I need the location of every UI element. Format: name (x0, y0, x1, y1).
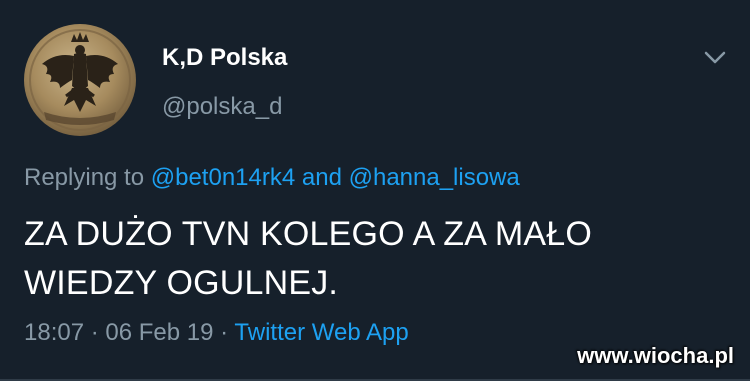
tweet-text-line-1: ZA DUŻO TVN KOLEGO A ZA MAŁO (24, 215, 593, 253)
mention-conjunction: and (301, 164, 342, 191)
display-name[interactable]: K,D Polska (162, 44, 287, 72)
watermark: www.wiocha.pl (577, 343, 734, 368)
tweet-source-link[interactable]: Twitter Web App (234, 319, 408, 346)
avatar[interactable] (24, 24, 136, 136)
tweet-text: ZA DUŻO TVN KOLEGO A ZA MAŁO WIEDZY OGUL… (24, 210, 724, 308)
mention-link-2[interactable]: @hanna_lisowa (349, 164, 520, 191)
meta-separator-1: · (90, 319, 99, 346)
replying-to-label: Replying to (24, 164, 145, 191)
tweet-card: K,D Polska @polska_d Replying to @bet0n1… (0, 0, 750, 381)
mention-link-1[interactable]: @bet0n14rk4 (151, 164, 295, 191)
tweet-text-line-2: WIEDZY OGULNEJ. (24, 264, 339, 302)
tweet-date[interactable]: 06 Feb 19 (105, 319, 213, 346)
user-handle[interactable]: @polska_d (162, 93, 282, 121)
chevron-down-icon[interactable] (700, 46, 730, 70)
meta-separator-2: · (220, 319, 229, 346)
polish-eagle-emblem-icon (29, 29, 131, 131)
tweet-meta: 18:07 · 06 Feb 19 · Twitter Web App (24, 319, 409, 347)
replying-to-line: Replying to @bet0n14rk4 and @hanna_lisow… (24, 164, 520, 192)
tweet-time[interactable]: 18:07 (24, 319, 84, 346)
